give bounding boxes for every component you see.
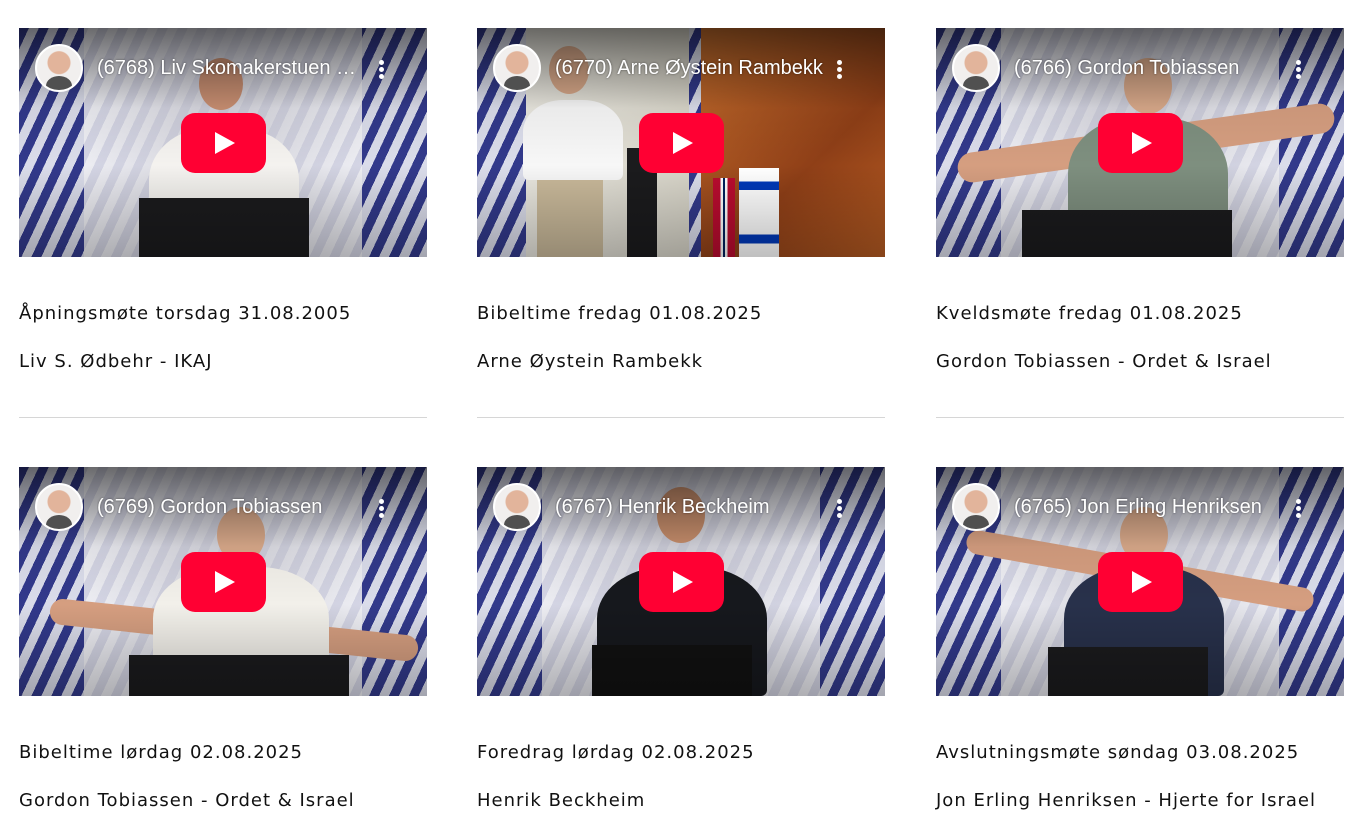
event-date-title: Avslutningsmøte søndag 03.08.2025: [936, 742, 1300, 763]
event-date-title: Åpningsmøte torsdag 31.08.2005: [19, 303, 352, 324]
speaker-name: Jon Erling Henriksen - Hjerte for Israel: [936, 790, 1316, 811]
more-vert-icon[interactable]: [1288, 58, 1308, 80]
speaker-name: Gordon Tobiassen - Ordet & Israel: [936, 351, 1272, 372]
video-title[interactable]: (6767) Henrik Beckheim: [555, 495, 827, 519]
more-vert-icon[interactable]: [371, 58, 391, 80]
video-caption: Bibeltime fredag 01.08.2025 Arne Øystein…: [477, 257, 885, 418]
video-card: (6770) Arne Øystein Rambekk Bibeltime fr…: [477, 28, 885, 418]
channel-avatar[interactable]: [35, 44, 83, 92]
video-title[interactable]: (6770) Arne Øystein Rambekk: [555, 56, 827, 80]
video-embed[interactable]: (6768) Liv Skomakerstuen Ødbehr: [19, 28, 427, 257]
channel-avatar[interactable]: [952, 483, 1000, 531]
speaker-name: Arne Øystein Rambekk: [477, 351, 704, 372]
speaker-name: Gordon Tobiassen - Ordet & Israel: [19, 790, 355, 811]
video-embed[interactable]: (6769) Gordon Tobiassen: [19, 467, 427, 696]
youtube-play-icon[interactable]: [181, 552, 266, 612]
video-card: (6767) Henrik Beckheim Foredrag lørdag 0…: [477, 467, 885, 812]
youtube-play-icon[interactable]: [639, 552, 724, 612]
video-title[interactable]: (6766) Gordon Tobiassen: [1014, 56, 1286, 80]
video-embed[interactable]: (6770) Arne Øystein Rambekk: [477, 28, 885, 257]
youtube-play-icon[interactable]: [1098, 552, 1183, 612]
video-embed[interactable]: (6767) Henrik Beckheim: [477, 467, 885, 696]
video-card: (6769) Gordon Tobiassen Bibeltime lørdag…: [19, 467, 427, 812]
more-vert-icon[interactable]: [829, 497, 849, 519]
video-title[interactable]: (6765) Jon Erling Henriksen: [1014, 495, 1286, 519]
divider: [477, 417, 885, 418]
event-date-title: Bibeltime lørdag 02.08.2025: [19, 742, 304, 763]
video-caption: Avslutningsmøte søndag 03.08.2025 Jon Er…: [936, 696, 1344, 812]
video-embed[interactable]: (6765) Jon Erling Henriksen: [936, 467, 1344, 696]
video-embed[interactable]: (6766) Gordon Tobiassen: [936, 28, 1344, 257]
channel-avatar[interactable]: [35, 483, 83, 531]
channel-avatar[interactable]: [952, 44, 1000, 92]
more-vert-icon[interactable]: [371, 497, 391, 519]
event-date-title: Kveldsmøte fredag 01.08.2025: [936, 303, 1243, 324]
video-card: (6766) Gordon Tobiassen Kveldsmøte freda…: [936, 28, 1344, 418]
video-card: (6765) Jon Erling Henriksen Avslutningsm…: [936, 467, 1344, 812]
video-caption: Kveldsmøte fredag 01.08.2025 Gordon Tobi…: [936, 257, 1344, 418]
channel-avatar[interactable]: [493, 44, 541, 92]
youtube-play-icon[interactable]: [639, 113, 724, 173]
divider: [936, 417, 1344, 418]
event-date-title: Foredrag lørdag 02.08.2025: [477, 742, 755, 763]
video-title[interactable]: (6768) Liv Skomakerstuen Ødbehr: [97, 56, 369, 80]
speaker-name: Liv S. Ødbehr - IKAJ: [19, 351, 213, 372]
speaker-name: Henrik Beckheim: [477, 790, 646, 811]
video-caption: Åpningsmøte torsdag 31.08.2005 Liv S. Ød…: [19, 257, 427, 418]
youtube-play-icon[interactable]: [181, 113, 266, 173]
event-date-title: Bibeltime fredag 01.08.2025: [477, 303, 763, 324]
divider: [19, 417, 427, 418]
video-card: (6768) Liv Skomakerstuen Ødbehr Åpningsm…: [19, 28, 427, 418]
more-vert-icon[interactable]: [829, 58, 849, 80]
youtube-play-icon[interactable]: [1098, 113, 1183, 173]
more-vert-icon[interactable]: [1288, 497, 1308, 519]
video-title[interactable]: (6769) Gordon Tobiassen: [97, 495, 369, 519]
video-caption: Bibeltime lørdag 02.08.2025 Gordon Tobia…: [19, 696, 427, 812]
video-caption: Foredrag lørdag 02.08.2025 Henrik Beckhe…: [477, 696, 885, 812]
channel-avatar[interactable]: [493, 483, 541, 531]
